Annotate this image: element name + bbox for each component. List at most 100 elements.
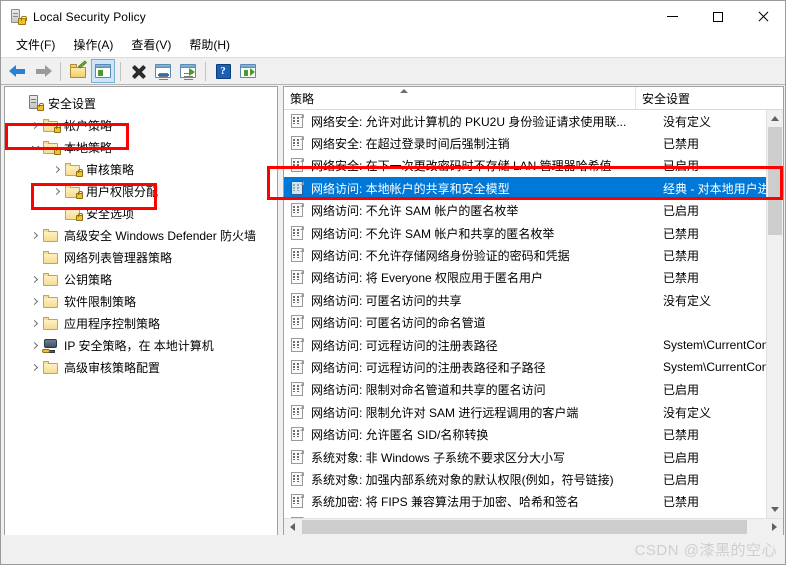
window-title: Local Security Policy [33, 9, 146, 24]
policy-item-icon [290, 359, 306, 375]
policy-item-icon [290, 180, 306, 196]
menu-action[interactable]: 操作(A) [64, 33, 122, 56]
scroll-left-button[interactable] [284, 519, 301, 536]
policy-setting: 没有定义 [663, 114, 712, 129]
column-header-policy[interactable]: 策略 [284, 87, 636, 109]
tree-item-label: 软件限制策略 [64, 294, 137, 309]
chevron-right-icon[interactable] [49, 161, 65, 177]
policy-item-icon [290, 203, 306, 218]
tree-item-account-policies[interactable]: 帐户策略 [5, 114, 277, 136]
table-row[interactable]: 网络访问: 限制允许对 SAM 进行远程调用的客户端 没有定义 [284, 401, 766, 423]
chevron-left-icon [290, 523, 295, 531]
maximize-button[interactable] [695, 1, 740, 32]
table-row[interactable]: 网络访问: 不允许存储网络身份验证的密码和凭据 已禁用 [284, 244, 766, 266]
console-run-icon [240, 64, 256, 78]
expander-placeholder [27, 249, 43, 265]
policy-item-icon [290, 248, 306, 263]
chevron-right-icon[interactable] [27, 271, 43, 287]
column-header-label: 策略 [290, 91, 315, 106]
horizontal-scroll-thumb[interactable] [302, 520, 747, 534]
policy-item-icon [290, 494, 306, 509]
folder-icon [43, 271, 60, 287]
chevron-right-icon[interactable] [27, 227, 43, 243]
policy-setting: 已禁用 [663, 271, 700, 286]
tree-item-local-policies[interactable]: 本地策略 [5, 136, 277, 158]
export-list-button[interactable] [176, 59, 200, 83]
back-button[interactable] [6, 59, 30, 83]
table-row[interactable]: 系统对象: 非 Windows 子系统不要求区分大小写 已启用 [284, 446, 766, 468]
chevron-right-icon[interactable] [49, 183, 65, 199]
tree-item-application-control-policies[interactable]: 应用程序控制策略 [5, 312, 277, 334]
tree-item-user-rights-assignment[interactable]: 用户权限分配 [5, 180, 277, 202]
scroll-right-button[interactable] [766, 519, 783, 536]
chevron-right-icon[interactable] [27, 359, 43, 375]
delete-button[interactable] [126, 59, 150, 83]
tree-item-advanced-audit-policy-configuration[interactable]: 高级审核策略配置 [5, 356, 277, 378]
menu-help[interactable]: 帮助(H) [180, 33, 239, 56]
status-bar [2, 535, 784, 563]
policy-setting: 已启用 [663, 159, 700, 174]
properties-icon [155, 64, 171, 78]
show-tree-button[interactable] [91, 59, 115, 83]
table-row[interactable]: 系统对象: 加强内部系统对象的默认权限(例如，符号链接) 已启用 [284, 468, 766, 490]
policy-setting: 已禁用 [663, 137, 700, 152]
window-controls [650, 1, 785, 32]
menu-file[interactable]: 文件(F) [7, 33, 64, 56]
policy-setting: 已禁用 [663, 495, 700, 510]
vertical-scroll-thumb[interactable] [768, 127, 782, 235]
toolbar-separator [205, 61, 206, 81]
tree-item-public-key-policies[interactable]: 公钥策略 [5, 268, 277, 290]
table-row[interactable]: 网络访问: 将 Everyone 权限应用于匿名用户 已禁用 [284, 267, 766, 289]
minimize-button[interactable] [650, 1, 695, 32]
tree-item-security-settings[interactable]: 安全设置 [5, 92, 277, 114]
table-row[interactable]: 网络安全: 在下一次更改密码时不存储 LAN 管理器哈希值 已启用 [284, 155, 766, 177]
content-area: 安全设置 帐户策略 本地策略 审核策略 用户权限分配 安全选项 高级安全 Win… [2, 86, 785, 536]
tree-item-windows-defender-firewall[interactable]: 高级安全 Windows Defender 防火墙 [5, 224, 277, 246]
tree-item-audit-policy[interactable]: 审核策略 [5, 158, 277, 180]
policy-name: 网络访问: 不允许 SAM 帐户的匿名枚举 [311, 204, 519, 219]
chevron-right-icon[interactable] [27, 337, 43, 353]
policy-name: 网络安全: 在超过登录时间后强制注销 [311, 137, 510, 152]
tree-item-network-list-manager[interactable]: 网络列表管理器策略 [5, 246, 277, 268]
chevron-down-icon[interactable] [27, 139, 43, 155]
scroll-down-button[interactable] [767, 501, 783, 518]
locked-folder-icon [65, 205, 83, 221]
table-row[interactable]: 网络访问: 可匿名访问的共享 没有定义 [284, 289, 766, 311]
chevron-right-icon[interactable] [27, 117, 43, 133]
forward-button[interactable] [31, 59, 55, 83]
policy-name: 网络访问: 将 Everyone 权限应用于匿名用户 [311, 271, 544, 286]
run-button[interactable] [236, 59, 260, 83]
policy-setting: System\CurrentContro [663, 338, 766, 353]
chevron-right-icon[interactable] [27, 315, 43, 331]
folder-icon [43, 227, 60, 243]
column-header-security-setting[interactable]: 安全设置 [636, 87, 783, 109]
folder-icon [43, 249, 60, 265]
policy-setting: System\CurrentContro [663, 360, 766, 375]
security-policy-icon [10, 8, 27, 25]
up-folder-button[interactable] [66, 59, 90, 83]
table-row-selected[interactable]: 网络访问: 本地帐户的共享和安全模型 经典 - 对本地用户进行... [284, 177, 766, 200]
scroll-up-button[interactable] [767, 110, 783, 127]
policy-name: 网络访问: 不允许 SAM 帐户和共享的匿名枚举 [311, 226, 555, 241]
table-row[interactable]: 网络访问: 限制对命名管道和共享的匿名访问 已启用 [284, 379, 766, 401]
table-row[interactable]: 网络访问: 不允许 SAM 帐户和共享的匿名枚举 已禁用 [284, 222, 766, 244]
table-row[interactable]: 网络访问: 可远程访问的注册表路径和子路径 System\CurrentCont… [284, 356, 766, 378]
table-row[interactable]: 网络访问: 可匿名访问的命名管道 [284, 312, 766, 334]
menu-view[interactable]: 查看(V) [122, 33, 180, 56]
table-row[interactable]: 网络安全: 在超过登录时间后强制注销 已禁用 [284, 132, 766, 154]
tree-item-security-options[interactable]: 安全选项 [5, 202, 277, 224]
tree-item-software-restriction-policies[interactable]: 软件限制策略 [5, 290, 277, 312]
table-row[interactable]: 系统加密: 将 FIPS 兼容算法用于加密、哈希和签名 已禁用 [284, 491, 766, 513]
table-row[interactable]: 网络安全: 允许对此计算机的 PKU2U 身份验证请求使用联... 没有定义 [284, 110, 766, 132]
tree-item-ip-security-policies[interactable]: IP 安全策略，在 本地计算机 [5, 334, 277, 356]
chevron-right-icon[interactable] [27, 293, 43, 309]
help-button[interactable]: ? [211, 59, 235, 83]
close-button[interactable] [740, 1, 785, 32]
table-row[interactable]: 网络访问: 不允许 SAM 帐户的匿名枚举 已启用 [284, 200, 766, 222]
table-row[interactable]: 网络访问: 允许匿名 SID/名称转换 已禁用 [284, 423, 766, 445]
properties-button[interactable] [151, 59, 175, 83]
horizontal-scrollbar[interactable] [284, 518, 783, 535]
table-row[interactable]: 网络访问: 可远程访问的注册表路径 System\CurrentContro [284, 334, 766, 356]
vertical-scrollbar[interactable] [766, 110, 783, 518]
toolbar-separator [120, 61, 121, 81]
